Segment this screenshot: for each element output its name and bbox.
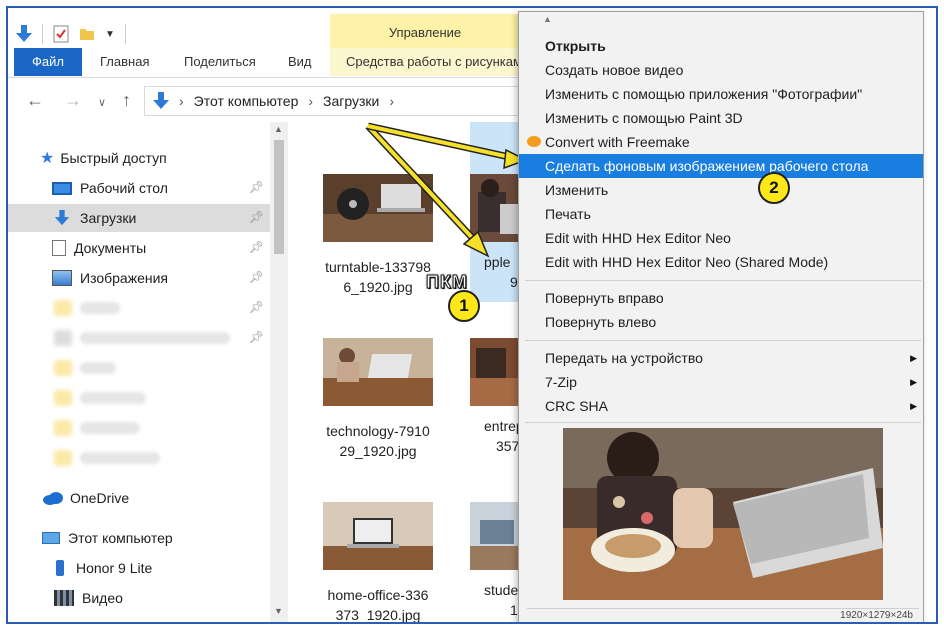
menu-item-print[interactable]: Печать — [519, 202, 923, 226]
menu-item-7zip[interactable]: 7-Zip ▶ — [519, 370, 923, 394]
submenu-arrow-icon: ▶ — [910, 353, 917, 363]
menu-item-crc-sha[interactable]: CRC SHA ▶ — [519, 394, 923, 418]
menu-item-open[interactable]: Открыть — [519, 34, 923, 58]
step-1-badge: 1 — [448, 290, 480, 322]
menu-item-create-video[interactable]: Создать новое видео — [519, 58, 923, 82]
menu-item-hex-editor-shared[interactable]: Edit with HHD Hex Editor Neo (Shared Mod… — [519, 250, 923, 274]
menu-item-rotate-left[interactable]: Повернуть влево — [519, 310, 923, 334]
submenu-arrow-icon: ▶ — [910, 401, 917, 411]
menu-item-freemake[interactable]: Convert with Freemake — [519, 130, 923, 154]
menu-scroll-up-icon[interactable]: ▲ — [543, 14, 552, 24]
menu-item-label: Convert with Freemake — [545, 134, 690, 150]
menu-separator — [525, 422, 921, 423]
menu-item-hex-editor[interactable]: Edit with HHD Hex Editor Neo — [519, 226, 923, 250]
menu-item-label: 7-Zip — [545, 374, 577, 390]
menu-item-set-wallpaper[interactable]: Сделать фоновым изображением рабочего ст… — [519, 154, 923, 178]
menu-item-rotate-right[interactable]: Повернуть вправо — [519, 286, 923, 310]
menu-item-label: Передать на устройство — [545, 350, 703, 366]
submenu-arrow-icon: ▶ — [910, 377, 917, 387]
menu-item-cast-to-device[interactable]: Передать на устройство ▶ — [519, 346, 923, 370]
menu-separator — [525, 340, 921, 341]
menu-item-edit[interactable]: Изменить — [519, 178, 923, 202]
menu-item-label: CRC SHA — [545, 398, 609, 414]
step-2-badge: 2 — [758, 172, 790, 204]
image-dimensions-status: 1920×1279×24b — [527, 608, 919, 622]
menu-item-edit-paint3d[interactable]: Изменить с помощью Paint 3D — [519, 106, 923, 130]
explorer-window: ▼ Управление Файл Главная Поделиться Вид… — [6, 6, 938, 624]
image-preview — [563, 428, 883, 600]
context-menu: ▲ Открыть Создать новое видео Изменить с… — [518, 11, 924, 622]
menu-item-edit-photos[interactable]: Изменить с помощью приложения "Фотографи… — [519, 82, 923, 106]
freemake-icon — [527, 136, 541, 147]
menu-separator — [525, 280, 921, 281]
